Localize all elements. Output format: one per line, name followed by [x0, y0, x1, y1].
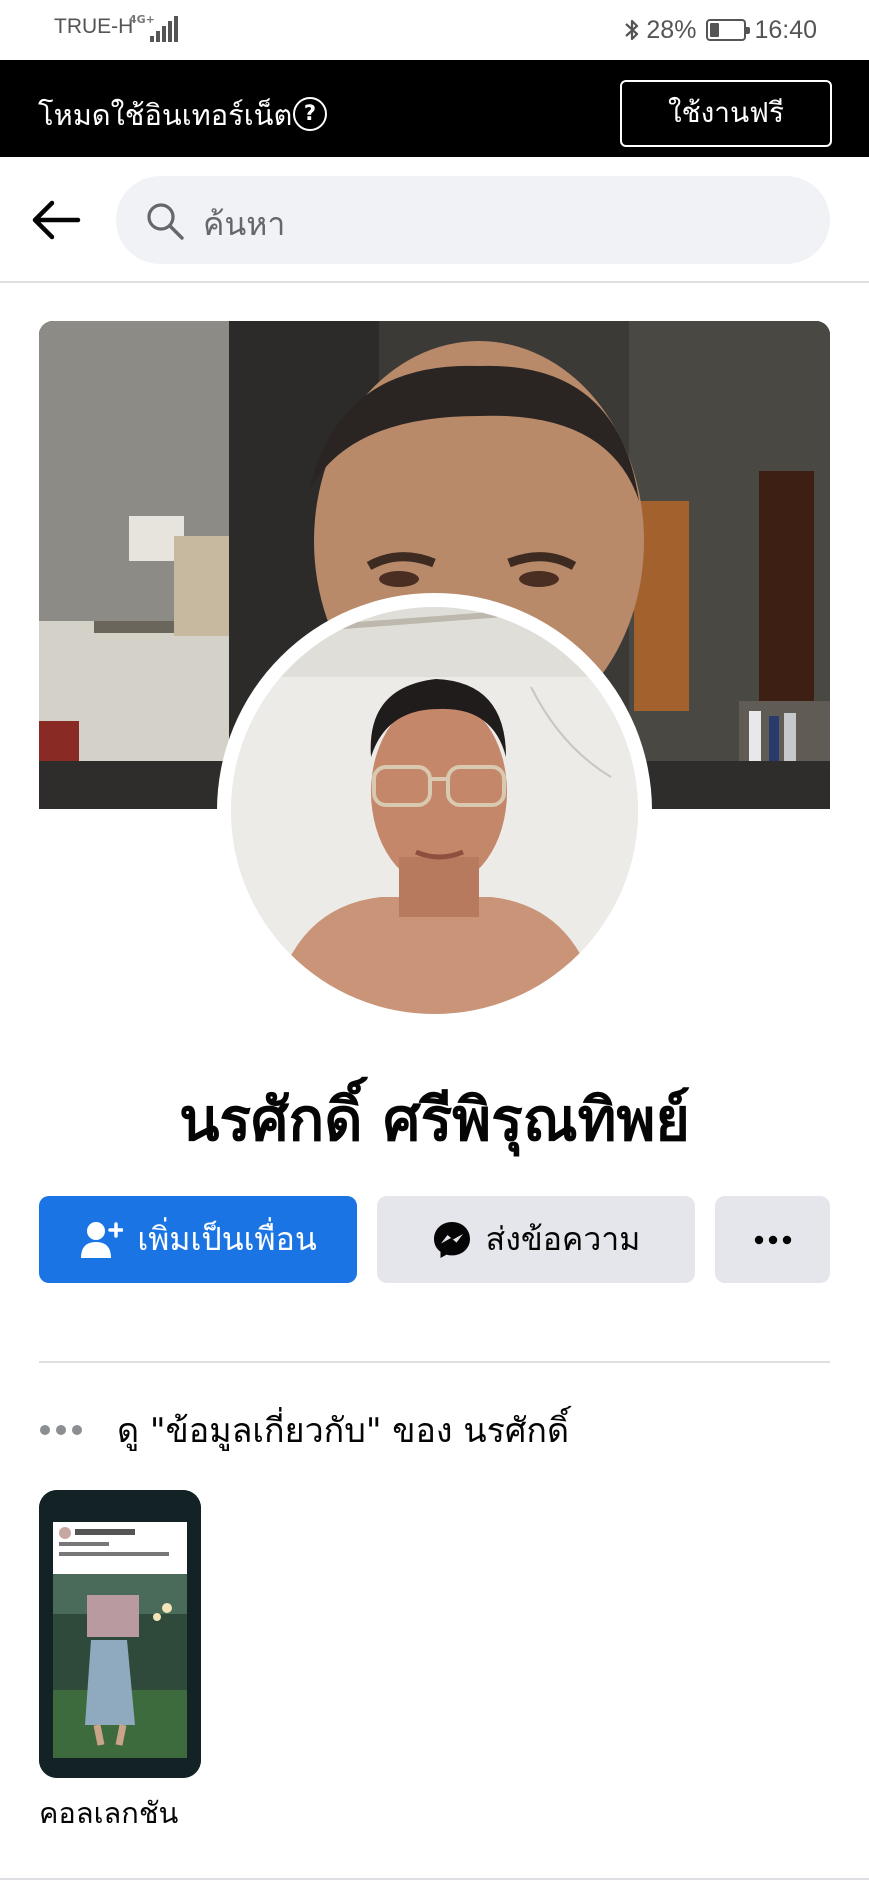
message-button[interactable]: ส่งข้อความ: [377, 1196, 695, 1283]
clock: 16:40: [754, 15, 817, 44]
ellipsis-icon: [40, 1425, 82, 1435]
carrier-name: TRUE-H: [54, 15, 134, 38]
collection-label: คอลเลกชัน: [39, 1796, 179, 1830]
more-button[interactable]: [715, 1196, 830, 1283]
more-icon: [754, 1235, 791, 1244]
status-bar: TRUE-H 4G+ 28% 16:40: [0, 0, 869, 60]
add-friend-button[interactable]: เพิ่มเป็นเพื่อน: [39, 1196, 357, 1283]
section-divider: [39, 1361, 830, 1363]
add-friend-label: เพิ่มเป็นเพื่อน: [137, 1220, 317, 1258]
search-placeholder: ค้นหา: [203, 205, 286, 243]
search-bar: ค้นหา: [0, 157, 869, 283]
battery-percent: 28%: [646, 15, 697, 44]
about-link[interactable]: ดู "ข้อมูลเกี่ยวกับ" ของ นรศักดิ์: [39, 1405, 569, 1455]
search-icon: [147, 203, 184, 240]
collection-thumbnail[interactable]: [39, 1490, 201, 1778]
avatar[interactable]: [231, 607, 638, 1014]
battery-icon: [706, 19, 751, 41]
bottom-divider: [0, 1878, 869, 1880]
signal-icon: [150, 16, 178, 42]
bluetooth-icon: [625, 19, 639, 41]
banner-text: โหมดใช้อินเทอร์เน็ต: [38, 98, 293, 132]
message-label: ส่งข้อความ: [485, 1220, 641, 1258]
help-icon[interactable]: ?: [293, 97, 327, 131]
about-text: ดู "ข้อมูลเกี่ยวกับ" ของ นรศักดิ์: [117, 1411, 570, 1451]
add-friend-icon: [81, 1221, 124, 1258]
back-arrow-icon[interactable]: [28, 192, 84, 248]
search-input[interactable]: ค้นหา: [116, 176, 830, 264]
profile-name: นรศักดิ์ ศรีพิรุณทิพย์: [179, 1085, 690, 1154]
use-free-button[interactable]: ใช้งานฟรี: [620, 80, 832, 147]
messenger-icon: [433, 1221, 470, 1258]
